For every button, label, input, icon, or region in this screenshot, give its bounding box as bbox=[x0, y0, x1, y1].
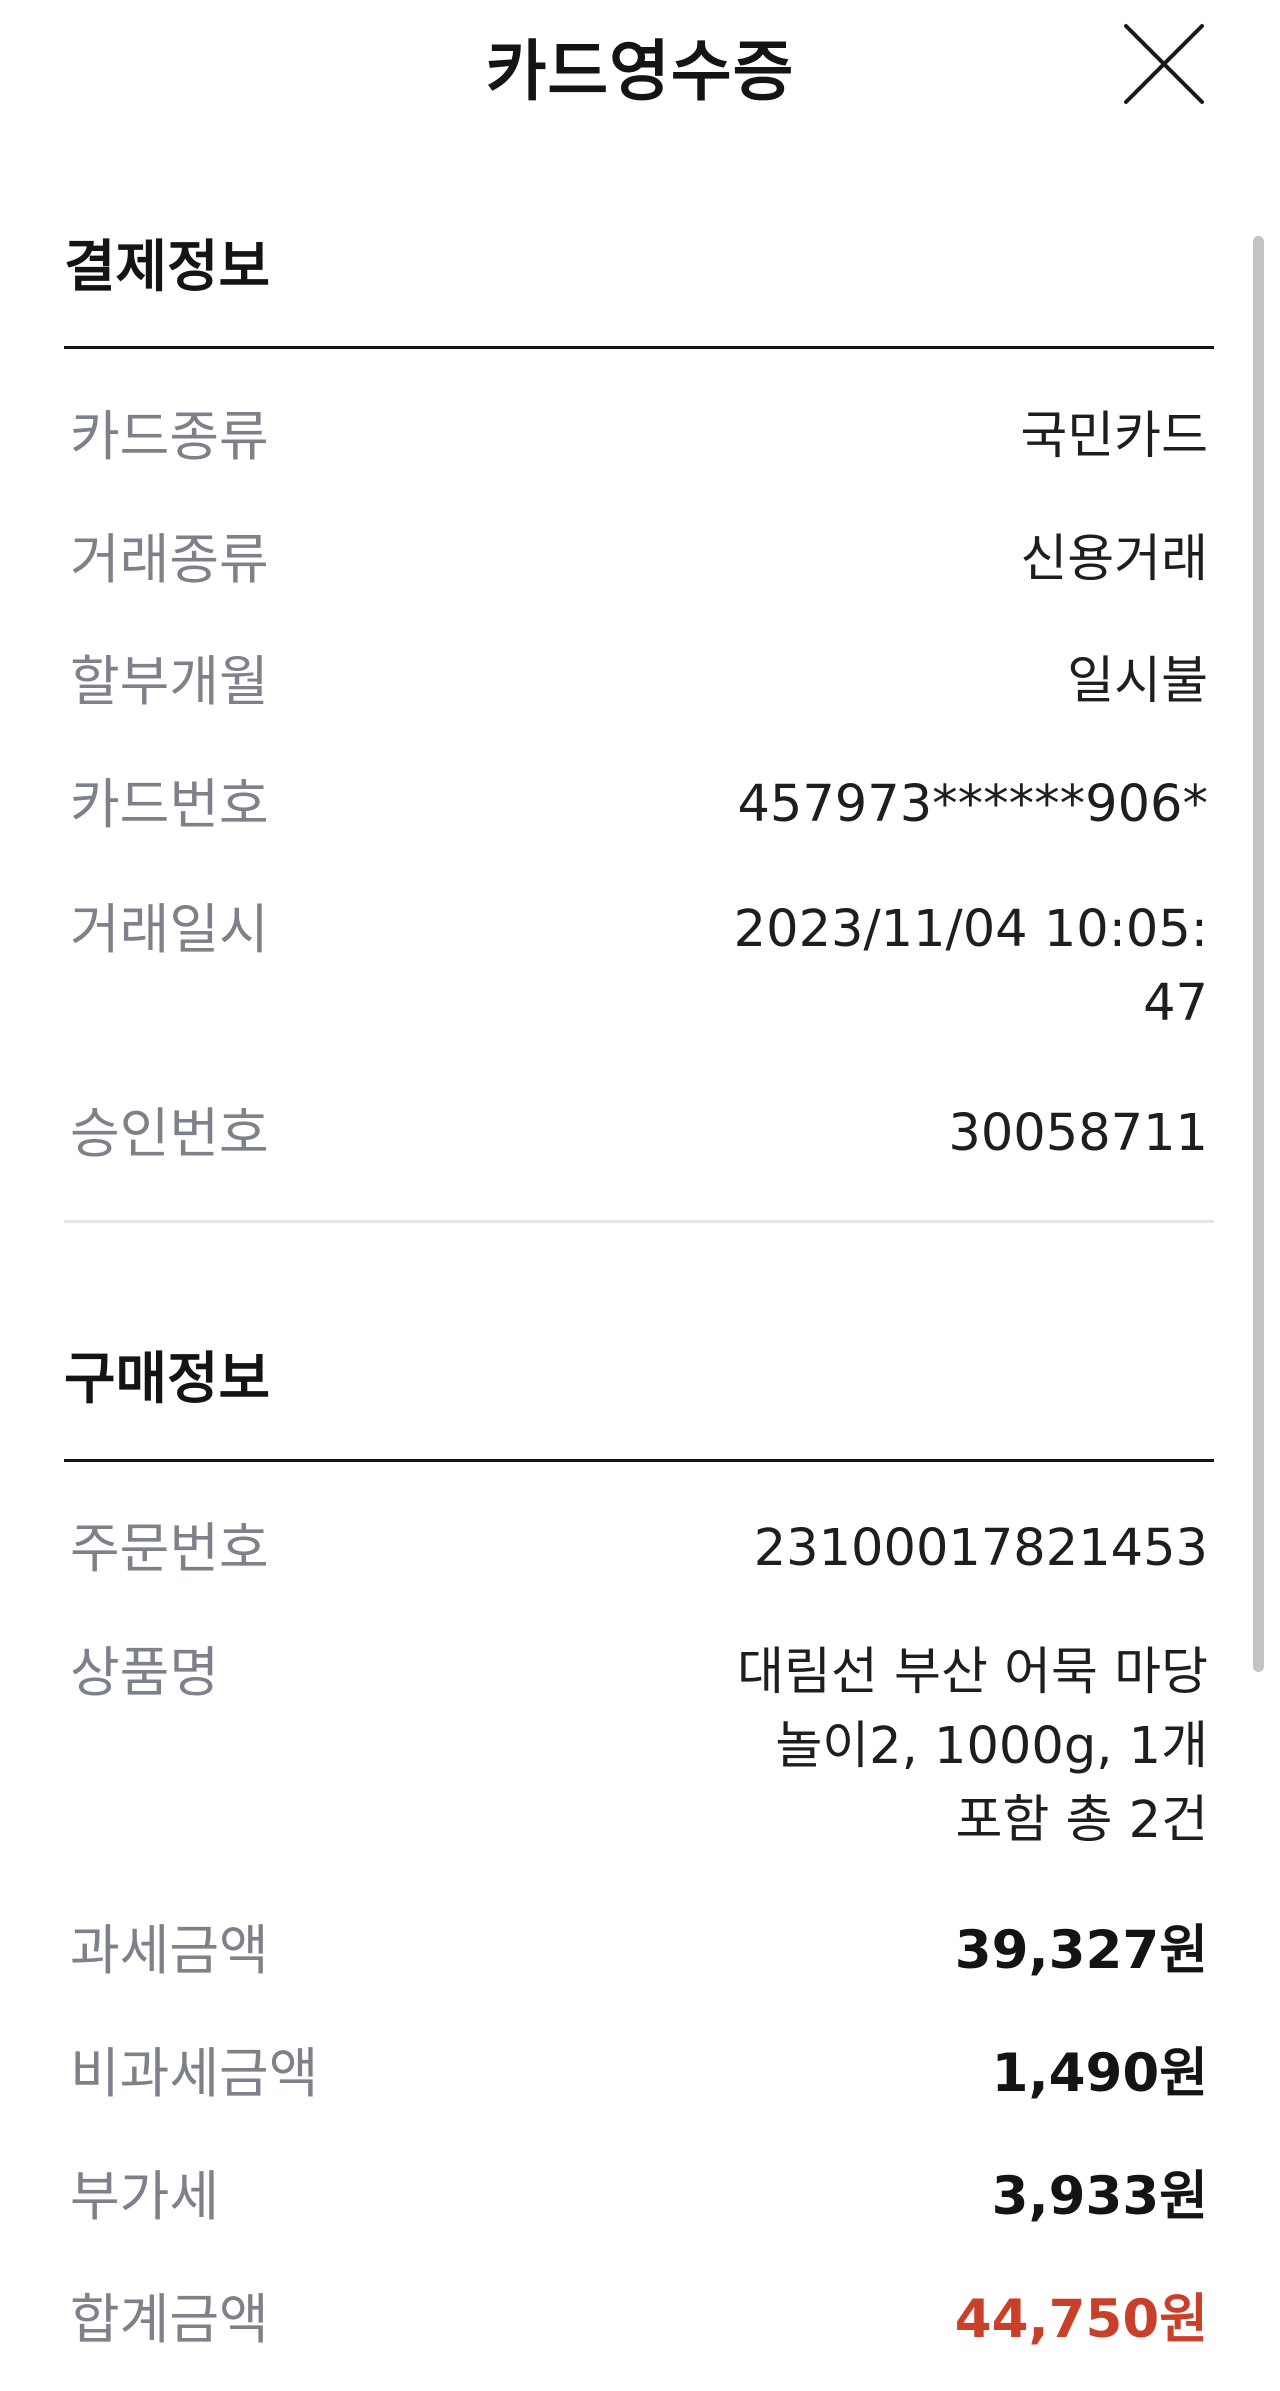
scrollbar[interactable] bbox=[1253, 236, 1264, 1672]
row-value: 30058711 bbox=[948, 1104, 1208, 1163]
close-button[interactable] bbox=[1118, 18, 1210, 110]
row-value: 3,933원 bbox=[991, 2166, 1208, 2227]
row-label: 거래일시 bbox=[70, 898, 269, 961]
row-value: 국민카드 bbox=[1020, 407, 1208, 466]
purchase-info-rule bbox=[64, 1459, 1214, 1462]
row-value: 대림선 부산 어묵 마당 놀이2, 1000g, 1개 포함 총 2건 bbox=[737, 1643, 1208, 1850]
row-label: 거래종류 bbox=[70, 528, 269, 591]
row-value: 23100017821453 bbox=[753, 1519, 1208, 1578]
total-amount-value: 44,750원 bbox=[954, 2289, 1208, 2350]
row-value: 일시불 bbox=[1067, 652, 1208, 711]
row-label: 상품명 bbox=[70, 1641, 220, 1704]
row-value: 2023/11/04 10:05: 47 bbox=[733, 900, 1208, 1033]
row-label: 카드종류 bbox=[70, 405, 269, 468]
payment-info-title: 결제정보 bbox=[64, 235, 271, 300]
purchase-info-title: 구매정보 bbox=[64, 1347, 271, 1412]
row-value: 신용거래 bbox=[1020, 530, 1208, 589]
row-value: 1,490원 bbox=[991, 2043, 1208, 2104]
row-label: 주문번호 bbox=[70, 1517, 269, 1580]
close-icon bbox=[1124, 24, 1204, 104]
row-value: 457973******906* bbox=[737, 775, 1208, 834]
row-label: 부가세 bbox=[70, 2165, 220, 2228]
row-label: 합계금액 bbox=[70, 2288, 269, 2351]
section-divider bbox=[64, 1220, 1214, 1223]
payment-info-rule bbox=[64, 346, 1214, 349]
row-label: 할부개월 bbox=[70, 650, 269, 713]
receipt-header: 카드영수증 bbox=[0, 0, 1280, 130]
row-label: 승인번호 bbox=[70, 1102, 269, 1165]
page-title: 카드영수증 bbox=[485, 33, 795, 110]
row-label: 카드번호 bbox=[70, 773, 269, 836]
row-label: 과세금액 bbox=[70, 1919, 269, 1982]
row-label: 비과세금액 bbox=[70, 2042, 319, 2105]
row-value: 39,327원 bbox=[954, 1920, 1208, 1981]
